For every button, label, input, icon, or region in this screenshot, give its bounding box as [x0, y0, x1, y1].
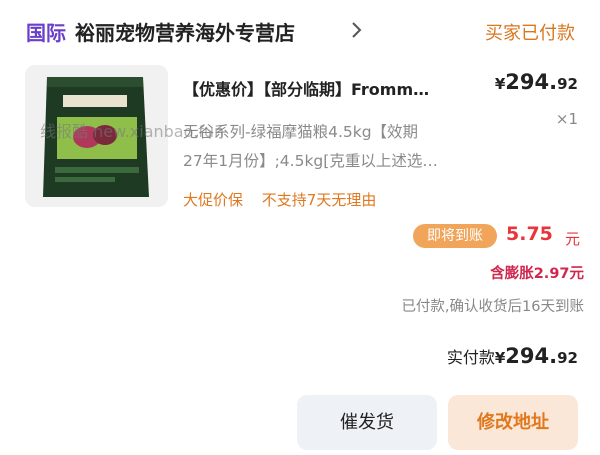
modify-address-button[interactable]: 修改地址: [448, 395, 578, 450]
product-price: ¥294.92: [495, 70, 578, 94]
international-tag: 国际: [26, 21, 66, 45]
arriving-unit: 元: [565, 230, 581, 248]
shop-header: 国际 裕丽宠物营养海外专营店 买家已付款: [0, 0, 600, 62]
shop-name-link[interactable]: 裕丽宠物营养海外专营店: [75, 17, 295, 46]
order-status: 买家已付款: [485, 23, 575, 44]
arriving-amount: 5.75: [506, 223, 553, 245]
promo-price-protect: 大促价保: [183, 191, 244, 209]
price-dec: 92: [557, 75, 578, 93]
cat-food-bag-image: [25, 65, 168, 207]
product-title[interactable]: 【优惠价】【部分临期】Fromm…: [183, 76, 488, 100]
total-dec: 92: [557, 349, 578, 367]
product-spec-line-1: 无谷系列-绿福摩猫粮4.5kg【效期: [183, 123, 419, 141]
total-paid: 实付款¥294.92: [447, 344, 578, 368]
promo-tags: 大促价保 不支持7天无理由: [183, 189, 390, 210]
price-currency: ¥: [494, 75, 506, 93]
product-spec: 无谷系列-绿福摩猫粮4.5kg【效期 27年1月份】;4.5kg[克重以上述选…: [183, 118, 493, 176]
total-currency: ¥: [494, 349, 506, 367]
total-int: 294.: [505, 344, 558, 368]
product-thumbnail[interactable]: [25, 65, 168, 207]
bloat-amount: 含膨胀2.97元: [490, 266, 584, 282]
settlement-note: 已付款,确认收货后16天到账: [401, 299, 584, 315]
total-label: 实付款: [446, 348, 495, 367]
price-int: 294.: [505, 70, 558, 94]
promo-no-7day-return: 不支持7天无理由: [261, 191, 377, 209]
arriving-soon-badge: 即将到账: [413, 224, 497, 248]
product-quantity: ×1: [555, 110, 578, 128]
product-spec-line-2: 27年1月份】;4.5kg[克重以上述选…: [183, 152, 438, 170]
urge-shipment-button[interactable]: 催发货: [297, 395, 437, 450]
chevron-right-icon[interactable]: [351, 21, 363, 39]
